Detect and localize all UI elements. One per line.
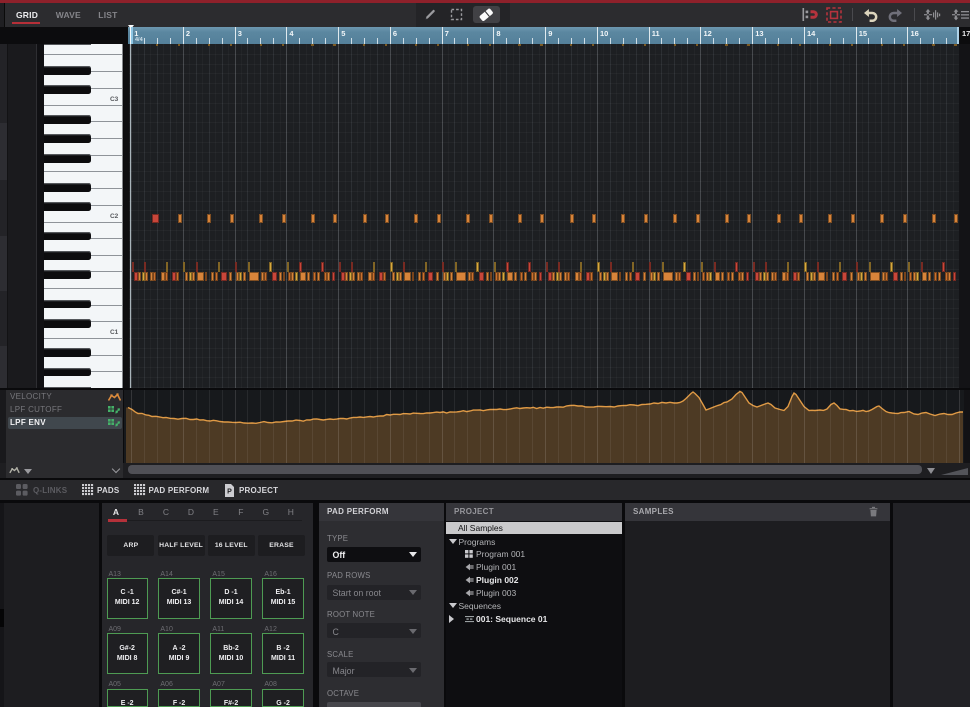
- svg-text:P: P: [227, 488, 232, 495]
